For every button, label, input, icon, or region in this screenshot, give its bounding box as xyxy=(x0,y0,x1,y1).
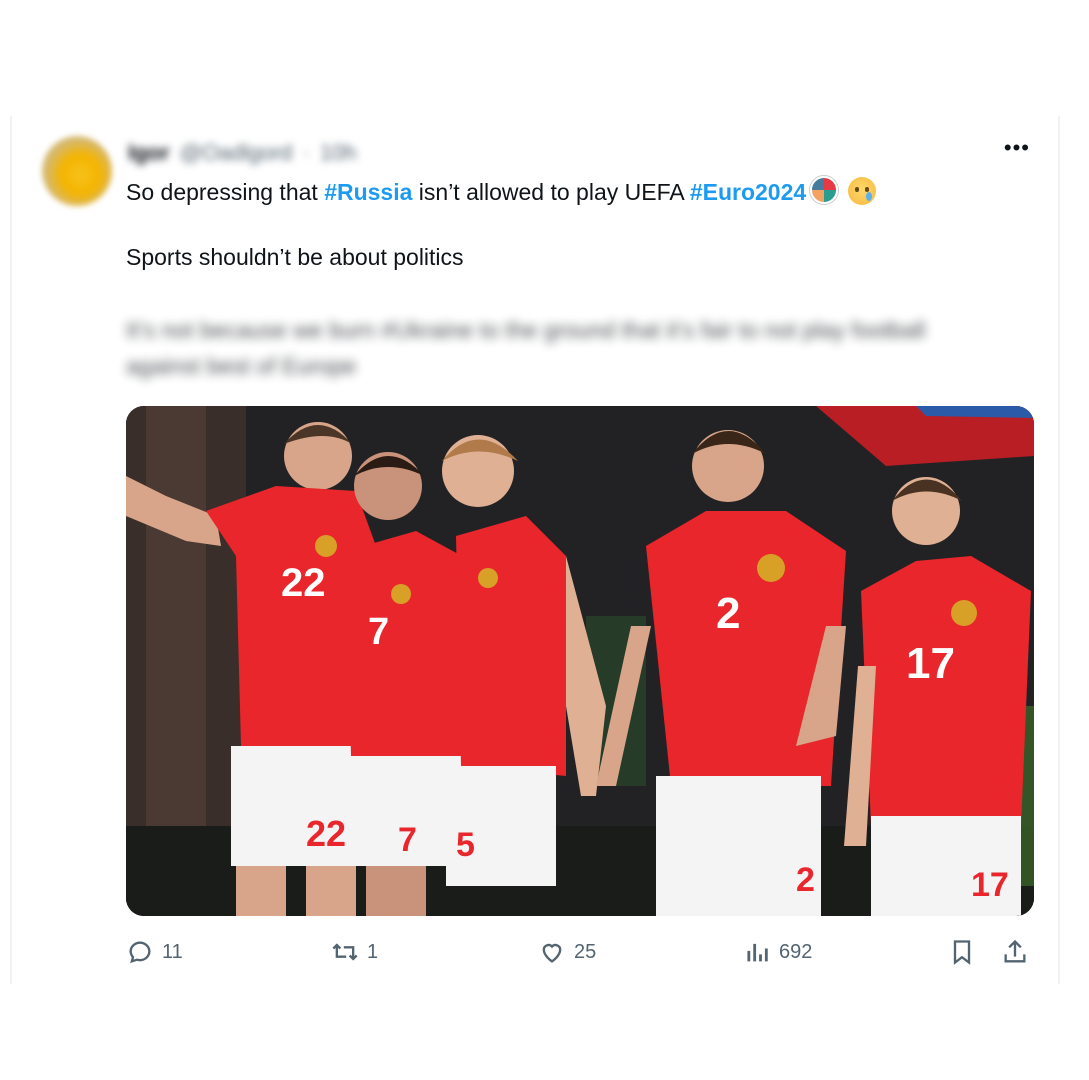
shorts-number-17: 17 xyxy=(971,866,1009,904)
hashtag-russia[interactable]: #Russia xyxy=(324,179,412,205)
shorts-number-22: 22 xyxy=(306,813,346,854)
jersey-number-2: 2 xyxy=(716,589,740,638)
tweet-time[interactable]: 10h xyxy=(320,140,357,166)
like-button[interactable]: 25 xyxy=(538,938,596,966)
tweet-header: Igor @Oadlgord · 10h xyxy=(128,140,356,166)
crest-icon xyxy=(391,584,411,604)
crest-icon xyxy=(757,554,785,582)
shorts-number-5: 5 xyxy=(456,826,475,864)
team-photo: 22 7 2 17 22 7 5 2 17 xyxy=(126,406,1034,916)
crying-face-emoji-icon xyxy=(848,177,877,205)
bookmark-button[interactable] xyxy=(948,938,976,966)
reply-count: 11 xyxy=(162,940,183,963)
share-button[interactable] xyxy=(1001,938,1029,966)
views-count: 692 xyxy=(779,940,813,963)
text-prefix: So depressing that xyxy=(126,179,325,205)
blurred-text: It’s not because we burn #Ukraine to the… xyxy=(126,317,926,379)
share-icon xyxy=(1004,939,1026,963)
tweet-text: So depressing that #Russia isn’t allowed… xyxy=(126,174,1026,210)
action-bar: 11 1 25 692 xyxy=(126,938,1046,978)
bookmark-icon xyxy=(953,940,971,965)
shorts-number-7: 7 xyxy=(398,821,417,859)
text-middle: isn’t allowed to play UEFA xyxy=(412,179,690,205)
time-separator: · xyxy=(302,140,310,165)
avatar[interactable] xyxy=(42,136,112,206)
tweet-image[interactable]: 22 7 2 17 22 7 5 2 17 xyxy=(126,406,1034,916)
author-handle[interactable]: @Oadlgord xyxy=(180,140,293,166)
views-button[interactable]: 692 xyxy=(743,938,812,966)
tweet-text-line2: Sports shouldn’t be about politics xyxy=(126,244,464,270)
like-icon xyxy=(542,943,562,963)
jersey-number-17: 17 xyxy=(906,639,955,688)
jersey-number-22: 22 xyxy=(281,561,326,605)
euro-ball-emoji-icon xyxy=(810,176,839,204)
more-options-button[interactable]: ••• xyxy=(1004,137,1030,159)
reply-button[interactable]: 11 xyxy=(126,938,183,966)
author-name[interactable]: Igor xyxy=(128,140,170,166)
hashtag-euro2024[interactable]: #Euro2024 xyxy=(690,179,806,205)
crest-icon xyxy=(478,568,498,588)
like-count: 25 xyxy=(574,940,597,963)
retweet-count: 1 xyxy=(367,940,379,963)
retweet-button[interactable]: 1 xyxy=(331,938,378,966)
retweet-icon xyxy=(332,943,358,961)
jersey-number-7: 7 xyxy=(368,611,389,653)
crest-icon xyxy=(315,535,337,557)
crest-icon xyxy=(951,600,977,626)
views-icon xyxy=(747,943,768,962)
shorts-number-2: 2 xyxy=(796,861,815,899)
reply-icon xyxy=(129,941,151,964)
tweet-card[interactable]: Igor @Oadlgord · 10h ••• So depressing t… xyxy=(10,116,1060,984)
